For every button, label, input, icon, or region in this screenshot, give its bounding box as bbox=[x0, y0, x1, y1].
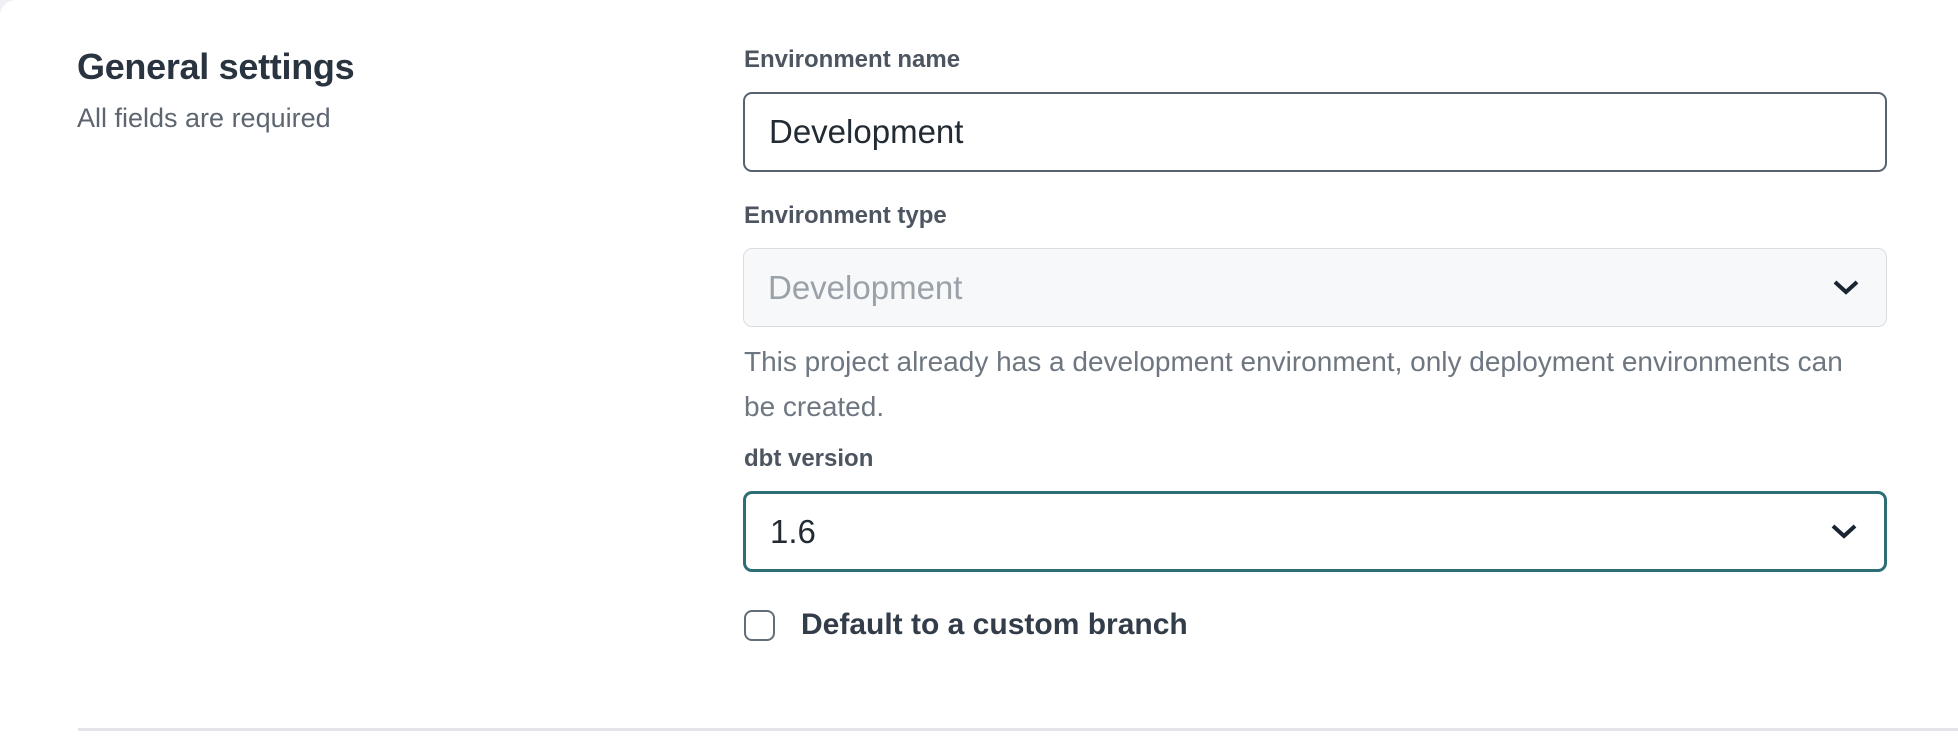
chevron-down-icon bbox=[1830, 523, 1858, 540]
general-settings-section: General settings All fields are required… bbox=[0, 0, 1958, 740]
section-header: General settings All fields are required bbox=[77, 46, 743, 740]
environment-type-help-text: This project already has a development e… bbox=[744, 339, 1869, 429]
dbt-version-field: dbt version 1.6 bbox=[743, 445, 1887, 572]
environment-type-field: Environment type Development This projec… bbox=[743, 202, 1887, 429]
dbt-version-select[interactable]: 1.6 bbox=[743, 491, 1887, 572]
environment-type-select: Development bbox=[743, 248, 1887, 327]
chevron-down-icon bbox=[1832, 279, 1860, 296]
custom-branch-checkbox[interactable] bbox=[744, 610, 775, 641]
page-title: General settings bbox=[77, 46, 743, 87]
dbt-version-label: dbt version bbox=[744, 445, 1887, 473]
environment-name-field: Environment name bbox=[743, 46, 1887, 172]
dbt-version-value: 1.6 bbox=[770, 513, 816, 551]
settings-form: Environment name Environment type Develo… bbox=[743, 46, 1887, 740]
settings-card: General settings All fields are required… bbox=[0, 0, 1958, 740]
environment-name-input[interactable] bbox=[743, 92, 1887, 172]
section-subtitle: All fields are required bbox=[77, 103, 743, 134]
section-divider bbox=[78, 728, 1958, 731]
environment-type-label: Environment type bbox=[744, 202, 1887, 230]
environment-type-value: Development bbox=[768, 269, 962, 307]
environment-name-label: Environment name bbox=[744, 46, 1887, 74]
custom-branch-row: Default to a custom branch bbox=[743, 608, 1887, 642]
custom-branch-label[interactable]: Default to a custom branch bbox=[801, 608, 1188, 642]
